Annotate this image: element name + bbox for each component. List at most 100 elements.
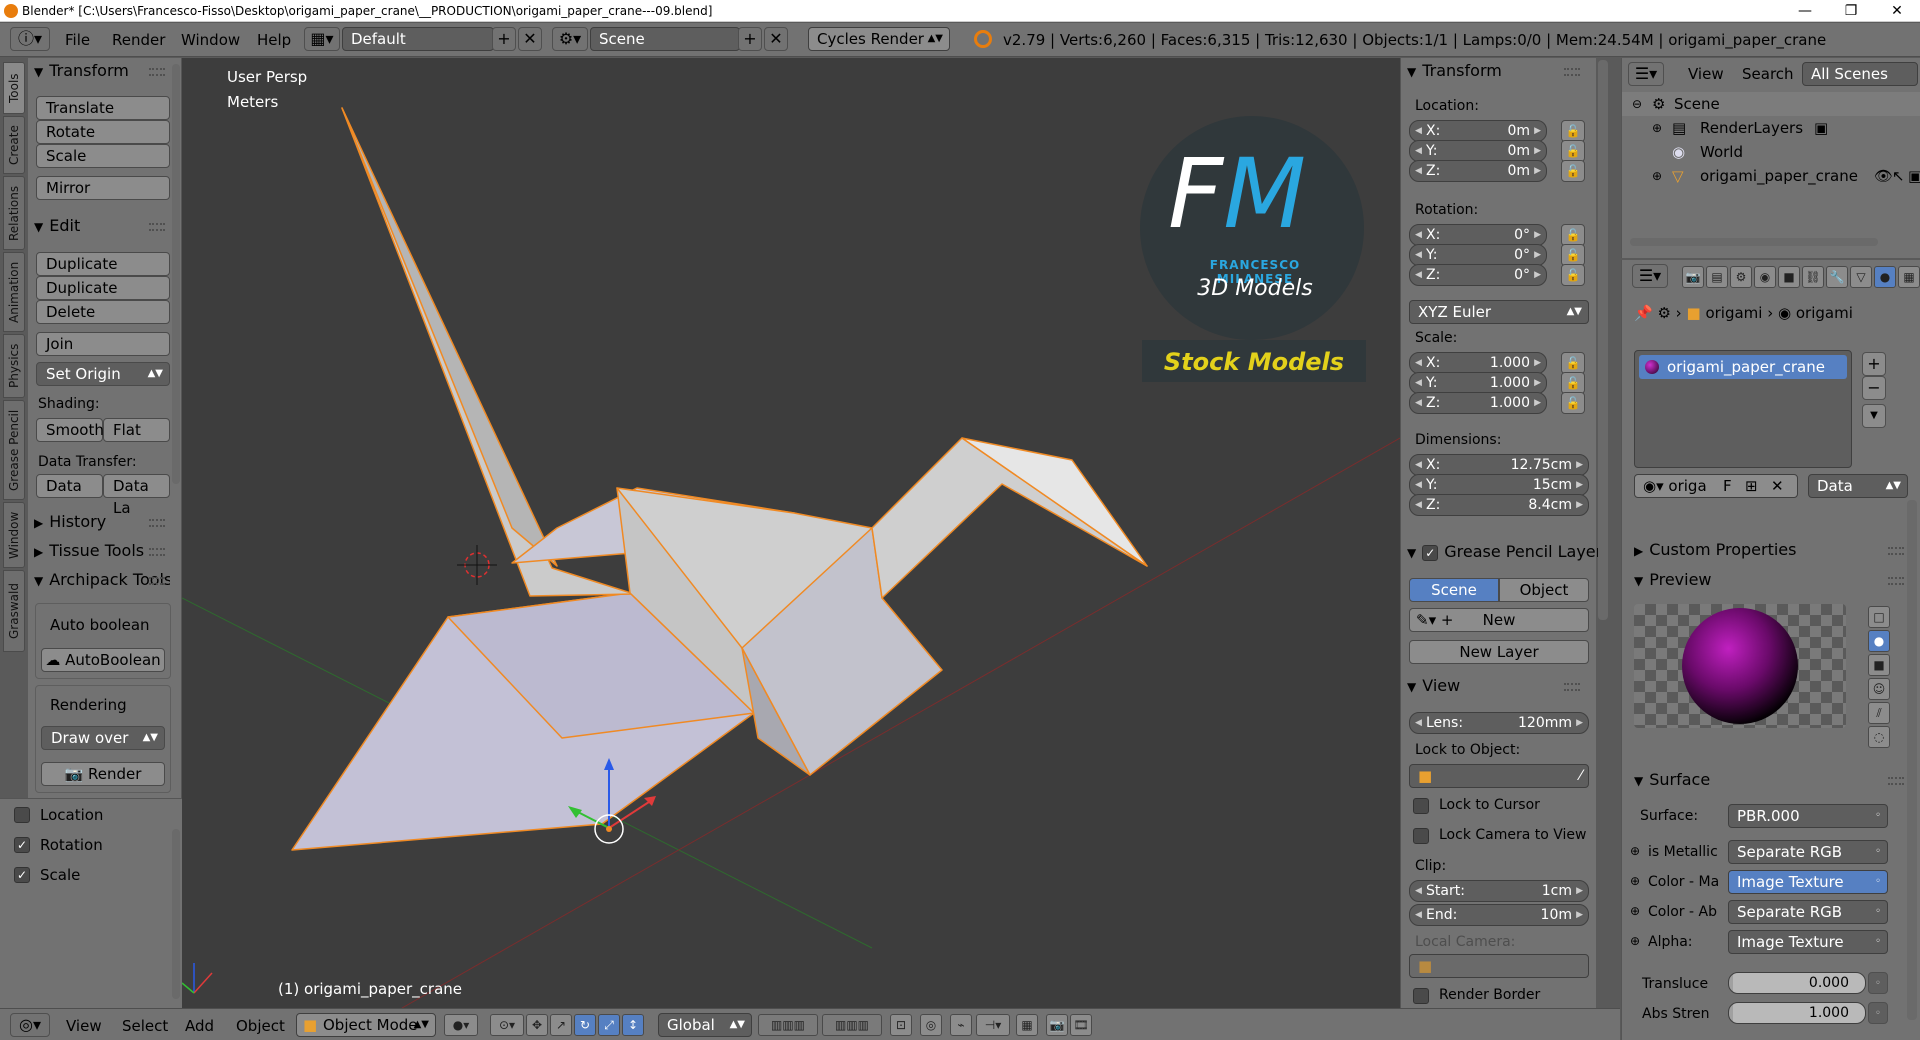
- preview-header[interactable]: ▼ Preview: [1634, 570, 1712, 589]
- editor-type-3dview-icon[interactable]: ◎▾: [10, 1013, 50, 1037]
- tool-options-scrollbar[interactable]: [172, 829, 180, 999]
- outliner-item-renderlayers[interactable]: ⊕ ▤ RenderLayers ▣: [1622, 116, 1920, 140]
- transluce-socket-icon[interactable]: ◦: [1868, 972, 1888, 994]
- data-layout-button[interactable]: Data La: [103, 474, 170, 517]
- select-arrow-icon[interactable]: ↖: [1892, 164, 1905, 188]
- clip-start-field[interactable]: ◀ Start: 1cm ▶: [1409, 880, 1589, 902]
- grease-new-button[interactable]: ✎▾ + New: [1409, 608, 1589, 632]
- snap-target-icon[interactable]: ▦: [1016, 1014, 1038, 1036]
- pin-icon[interactable]: 📌: [1634, 304, 1653, 322]
- data-transfer-button[interactable]: Data: [36, 474, 103, 498]
- location-checkbox[interactable]: [14, 807, 30, 823]
- render-tab-icon[interactable]: 📷: [1682, 266, 1704, 288]
- panel-grip-icon[interactable]: [149, 68, 165, 76]
- add-scene-icon[interactable]: +: [738, 27, 762, 51]
- add-layout-icon[interactable]: +: [492, 27, 516, 51]
- remove-slot-icon[interactable]: −: [1862, 376, 1886, 400]
- socket-input-select[interactable]: Image Texture ◦: [1728, 870, 1888, 894]
- menu-render[interactable]: Render: [112, 31, 165, 49]
- outliner-item-world[interactable]: ◉ World: [1622, 140, 1920, 164]
- join-button[interactable]: Join: [36, 332, 170, 356]
- panel-grip-icon[interactable]: [149, 223, 165, 231]
- unlink-material-icon[interactable]: ✕: [1771, 475, 1784, 497]
- material-tab-icon[interactable]: ●: [1874, 266, 1896, 288]
- set-origin-select[interactable]: Set Origin ▲▼: [36, 362, 170, 386]
- outliner-search-menu[interactable]: Search: [1742, 65, 1794, 83]
- new-material-icon[interactable]: ⊞: [1745, 475, 1758, 497]
- scale-lock-icon[interactable]: 🔓: [1561, 372, 1585, 394]
- panel-grip-icon[interactable]: [149, 519, 165, 527]
- duplicate-button[interactable]: Duplicate: [36, 252, 170, 276]
- local-camera-field[interactable]: ■: [1409, 954, 1589, 978]
- socket-input-select[interactable]: Separate RGB ◦: [1728, 900, 1888, 924]
- expand-socket-icon[interactable]: ⊕: [1630, 904, 1640, 918]
- tab-tools[interactable]: Tools: [3, 62, 25, 114]
- menu-window[interactable]: Window: [181, 31, 240, 49]
- scale-button[interactable]: Scale: [36, 144, 170, 168]
- outliner-editor-icon[interactable]: ☰▾: [1628, 62, 1664, 86]
- abs-stren-slider[interactable]: 1.000: [1728, 1002, 1866, 1024]
- constraints-tab-icon[interactable]: ⛓: [1802, 266, 1824, 288]
- flat-button[interactable]: Flat: [103, 418, 170, 442]
- render-camera-icon[interactable]: ▣: [1908, 164, 1920, 188]
- location-z-field[interactable]: ◀ Z: 0m ▶: [1409, 160, 1547, 182]
- surface-shader-select[interactable]: PBR.000 ◦: [1728, 804, 1888, 828]
- scene-tab-icon[interactable]: ⚙: [1730, 266, 1752, 288]
- lock-object-field[interactable]: ■ ⁄: [1409, 764, 1589, 788]
- grease-scene-toggle[interactable]: Scene: [1409, 578, 1499, 602]
- render-opengl-icon[interactable]: 📷: [1046, 1014, 1068, 1036]
- rotation-mode-select[interactable]: XYZ Euler ▲▼: [1409, 300, 1589, 324]
- scene-layers-a[interactable]: ▥▥▥: [758, 1014, 818, 1036]
- proportional-edit-icon[interactable]: ◎: [920, 1014, 942, 1036]
- minimize-button[interactable]: —: [1782, 0, 1828, 22]
- preview-sky-icon[interactable]: ◌: [1868, 726, 1890, 748]
- material-browse-icon[interactable]: ◉▾: [1643, 477, 1664, 495]
- object-tab-icon[interactable]: ■: [1778, 266, 1800, 288]
- add-slot-icon[interactable]: +: [1862, 352, 1886, 376]
- grease-object-toggle[interactable]: Object: [1499, 578, 1589, 602]
- expand-socket-icon[interactable]: ⊕: [1630, 874, 1640, 888]
- preview-monkey-icon[interactable]: ☺: [1868, 678, 1890, 700]
- dimensions-x-field[interactable]: ◀ X: 12.75cm ▶: [1409, 454, 1589, 476]
- location-x-field[interactable]: ◀ X: 0m ▶: [1409, 120, 1547, 142]
- renderlayer-camera-icon[interactable]: ▣: [1814, 116, 1828, 140]
- scale-lock-icon[interactable]: 🔓: [1561, 352, 1585, 374]
- location-lock-icon[interactable]: 🔓: [1561, 160, 1585, 182]
- renderlayers-tab-icon[interactable]: ▤: [1706, 266, 1728, 288]
- grease-layer-checkbox[interactable]: ✓: [1422, 544, 1439, 561]
- socket-input-select[interactable]: Separate RGB ◦: [1728, 840, 1888, 864]
- properties-scrollbar[interactable]: [1907, 500, 1917, 1020]
- tab-relations[interactable]: Relations: [3, 176, 25, 250]
- rotation-checkbox[interactable]: ✓: [14, 837, 30, 853]
- scale-lock-icon[interactable]: 🔓: [1561, 392, 1585, 414]
- lock-to-cursor-checkbox[interactable]: [1413, 798, 1429, 814]
- menu-help[interactable]: Help: [257, 31, 291, 49]
- socket-input-select[interactable]: Image Texture ◦: [1728, 930, 1888, 954]
- tab-graswald[interactable]: Graswald: [3, 570, 25, 652]
- menu-object[interactable]: Object: [236, 1017, 285, 1035]
- location-y-field[interactable]: ◀ Y: 0m ▶: [1409, 140, 1547, 162]
- scale-x-field[interactable]: ◀ X: 1.000 ▶: [1409, 352, 1547, 374]
- snap-element-icon[interactable]: ⊣▾: [976, 1014, 1010, 1036]
- manipulator-all-icon[interactable]: ↕: [622, 1014, 644, 1036]
- menu-select[interactable]: Select: [122, 1017, 168, 1035]
- expand-socket-icon[interactable]: ⊕: [1630, 934, 1640, 948]
- rotate-manipulator-icon[interactable]: ↻: [574, 1014, 596, 1036]
- location-lock-icon[interactable]: 🔓: [1561, 120, 1585, 142]
- preview-cube-icon[interactable]: ■: [1868, 654, 1890, 676]
- slot-specials-icon[interactable]: ▼: [1862, 404, 1886, 428]
- scale-z-field[interactable]: ◀ Z: 1.000 ▶: [1409, 392, 1547, 414]
- material-slot-item[interactable]: origami_paper_crane: [1639, 355, 1847, 379]
- tab-create[interactable]: Create: [3, 116, 25, 174]
- remove-scene-icon[interactable]: ✕: [764, 27, 788, 51]
- outliner-view-menu[interactable]: View: [1688, 65, 1724, 83]
- panel-grip-icon[interactable]: [1564, 68, 1580, 76]
- pivot-point-icon[interactable]: ⊙▾: [490, 1014, 524, 1036]
- display-mode-select[interactable]: All Scenes: [1802, 62, 1918, 86]
- scale-y-field[interactable]: ◀ Y: 1.000 ▶: [1409, 372, 1547, 394]
- material-slot-list[interactable]: origami_paper_crane: [1634, 350, 1852, 468]
- preview-hair-icon[interactable]: ⫽: [1868, 702, 1890, 724]
- tissue-tools-panel-header[interactable]: ▶ Tissue Tools: [34, 541, 144, 560]
- custom-properties-header[interactable]: ▶ Custom Properties: [1634, 540, 1796, 559]
- render-animation-icon[interactable]: 🎞: [1070, 1014, 1092, 1036]
